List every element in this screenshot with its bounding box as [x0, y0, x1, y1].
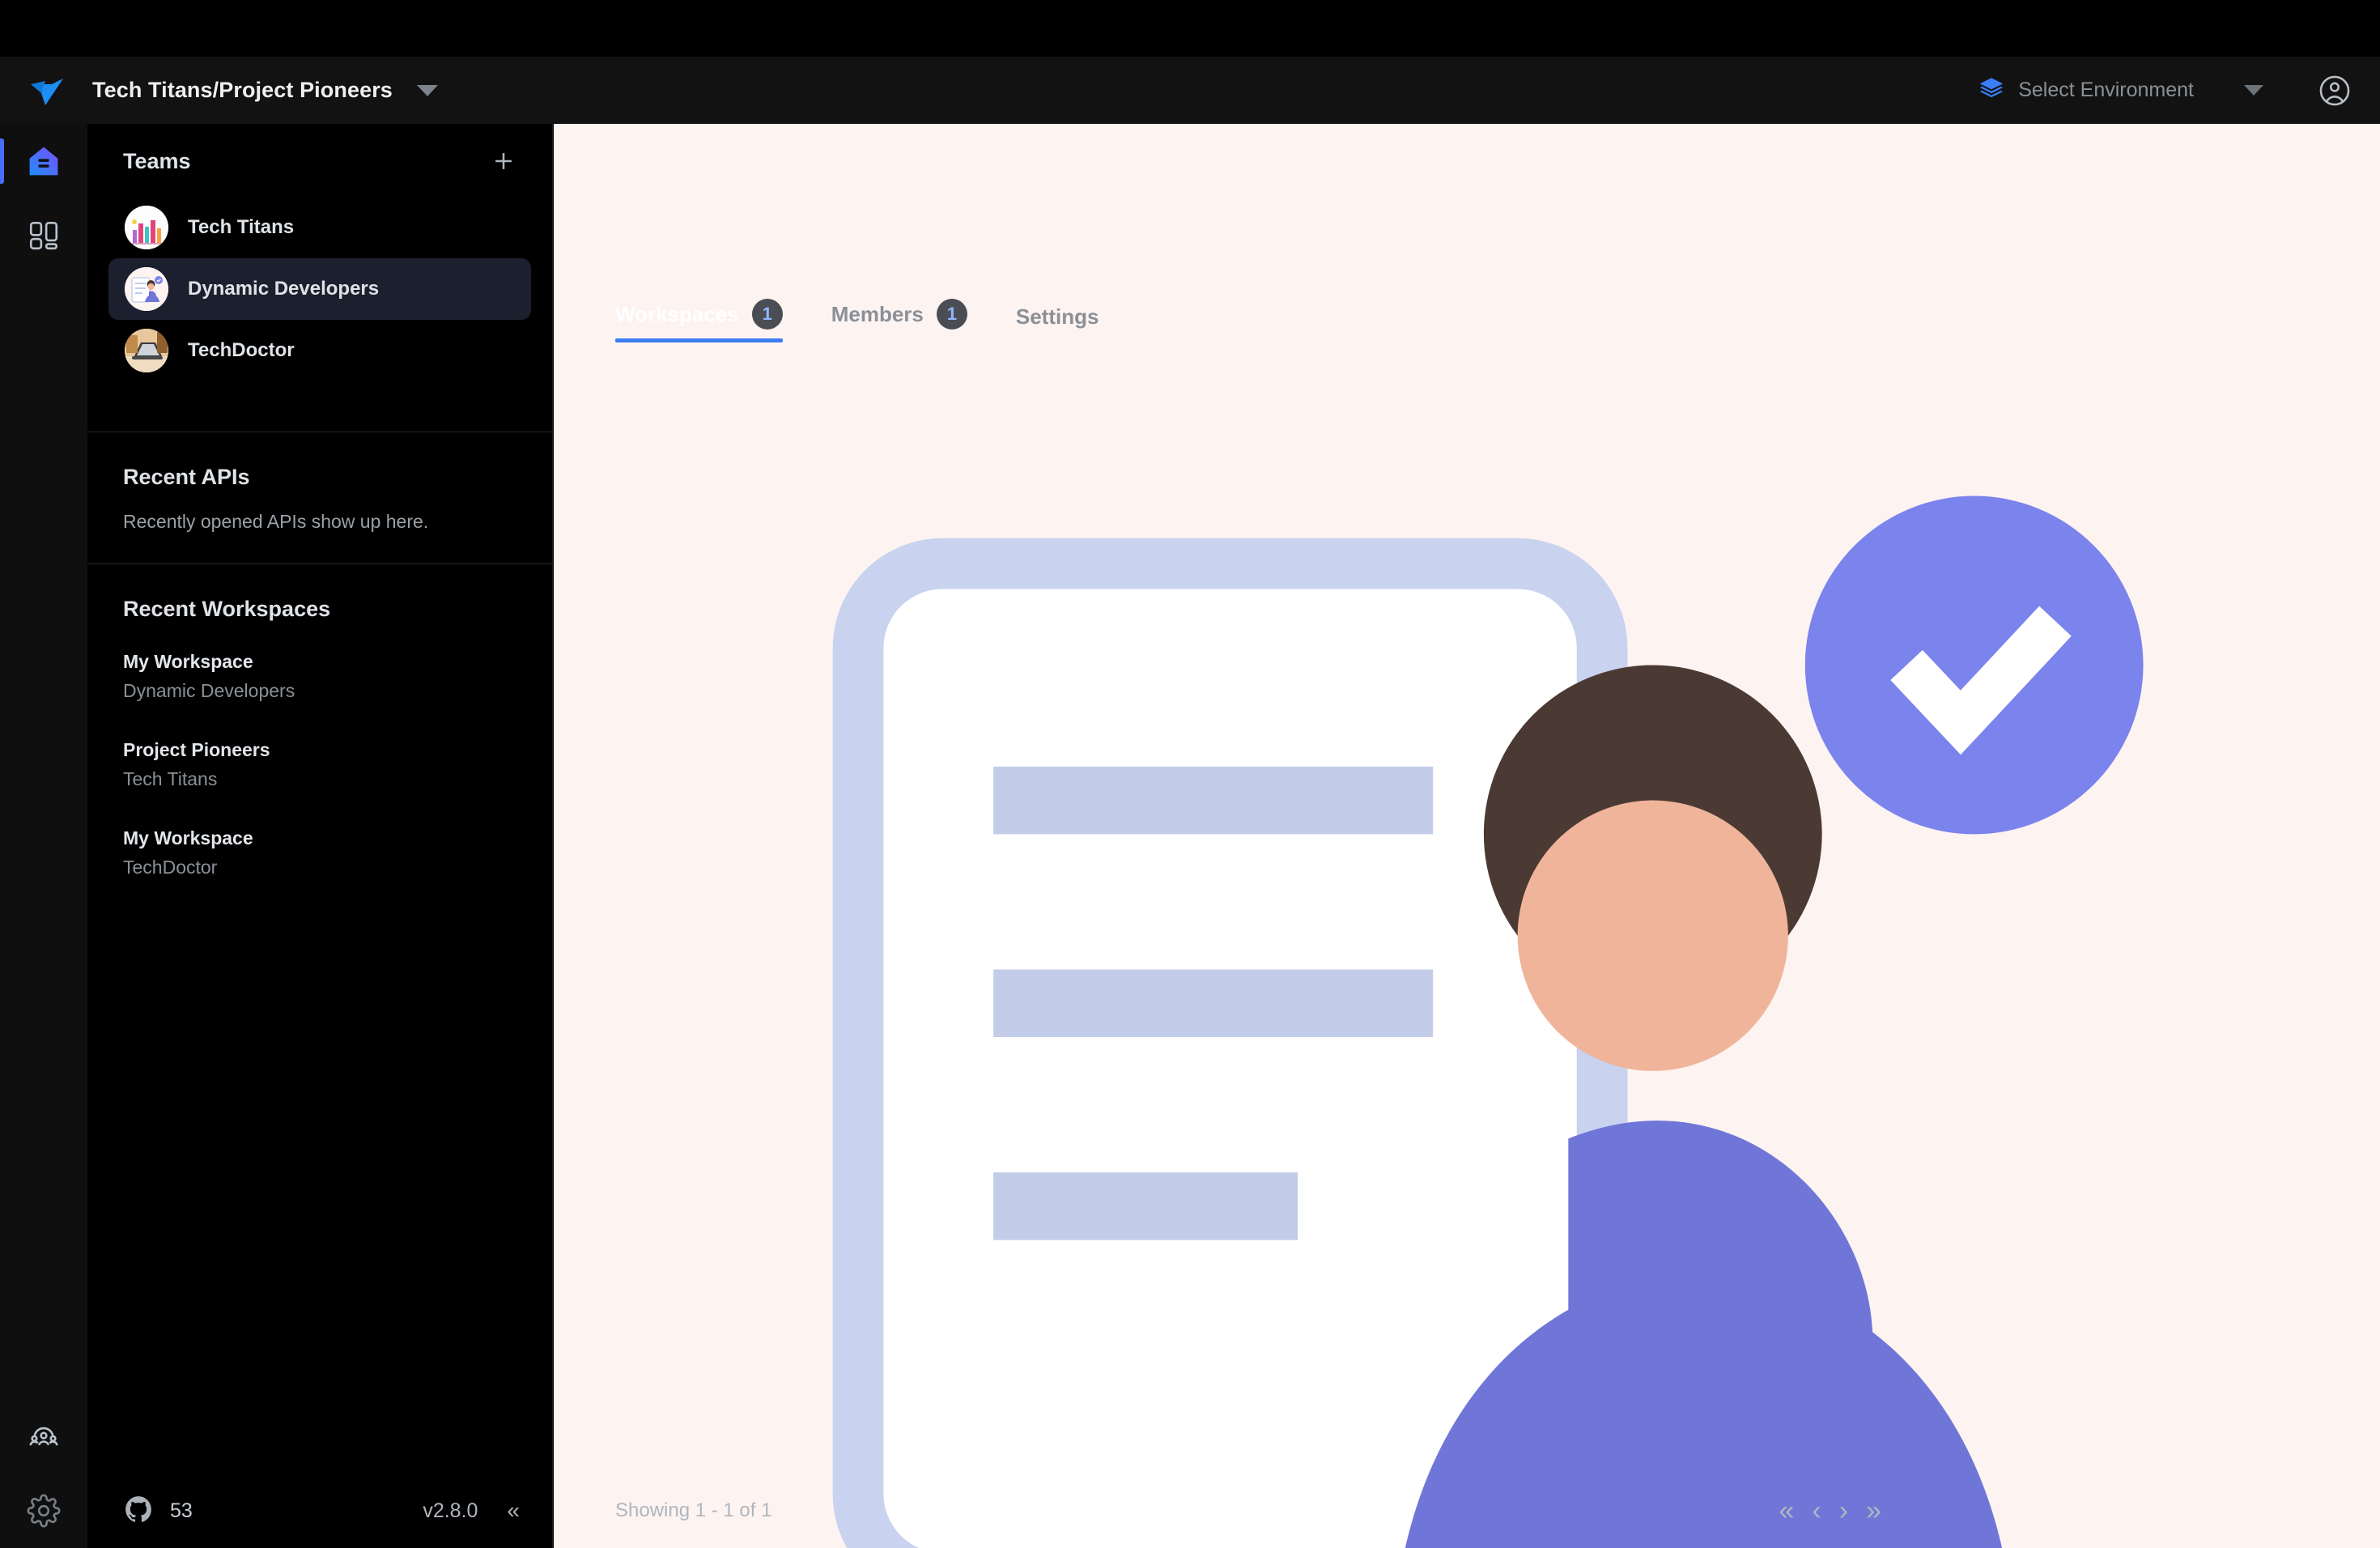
app-header: Tech Titans/Project Pioneers Select Envi… — [0, 57, 2380, 124]
recent-workspace-name: Project Pioneers — [123, 739, 270, 760]
avatar — [554, 124, 2380, 1548]
layers-icon — [1978, 74, 2005, 106]
left-icon-rail — [0, 124, 87, 1548]
status-badge: 1 — [936, 299, 967, 330]
tab-workspaces[interactable]: Workspaces 1 — [615, 299, 783, 342]
teams-header: Teams — [87, 124, 552, 185]
rail-item-home[interactable] — [0, 124, 87, 198]
pagination: « ‹ › » — [1779, 1497, 1882, 1525]
tab-label: Settings — [1015, 304, 1099, 329]
breadcrumb: Tech Titans/Project Pioneers — [92, 78, 393, 102]
window-top-strip — [0, 0, 2380, 57]
sidebar-item-dynamic-developers[interactable]: Dynamic Developers — [108, 258, 531, 320]
team-header: Dynamic Developers Invite New Workspace — [554, 124, 2380, 1548]
sidebar-item-tech-titans[interactable]: Tech Titans — [108, 197, 531, 258]
recent-workspace-team: Dynamic Developers — [123, 680, 295, 701]
recent-workspace-team: TechDoctor — [123, 857, 218, 878]
prev-page-icon[interactable]: ‹ — [1812, 1497, 1821, 1525]
sidebar-item-label: Dynamic Developers — [188, 278, 380, 300]
teams-heading: Teams — [123, 148, 191, 173]
next-page-icon[interactable]: › — [1839, 1497, 1848, 1525]
chevron-double-left-icon[interactable]: « — [507, 1498, 520, 1524]
app-root: Tech Titans/Project Pioneers Select Envi… — [0, 0, 2380, 1548]
list-item[interactable]: My Workspace Dynamic Developers — [123, 651, 516, 702]
teams-list: Tech Titans Dynamic Developers TechDocto… — [87, 185, 552, 381]
bird-logo-icon[interactable] — [24, 68, 70, 113]
recent-workspaces-list: My Workspace Dynamic Developers Project … — [87, 651, 552, 878]
list-item[interactable]: My Workspace TechDoctor — [123, 827, 516, 878]
developer-clipboard-avatar — [125, 267, 168, 311]
chevron-down-icon[interactable] — [416, 84, 438, 96]
environment-selector[interactable]: Select Environment — [1970, 70, 2272, 111]
user-circle-icon[interactable] — [2317, 73, 2352, 108]
status-badge: 1 — [751, 299, 783, 330]
main-footer: Showing 1 - 1 of 1 « ‹ › » — [554, 1474, 2380, 1548]
sidebar-footer: 53 v2.8.0 « — [87, 1474, 552, 1548]
recent-apis-heading: Recent APIs — [123, 465, 250, 489]
teams-sidebar: Teams Tech Titans Dynamic Developers Tec… — [87, 124, 553, 1548]
tab-members[interactable]: Members 1 — [831, 299, 967, 342]
recent-workspace-team: Tech Titans — [123, 768, 218, 789]
list-item[interactable]: Project Pioneers Tech Titans — [123, 739, 516, 790]
chevron-down-icon — [2244, 85, 2263, 96]
recent-workspaces-heading: Recent Workspaces — [123, 597, 331, 621]
app-version: v2.8.0 — [423, 1499, 478, 1522]
rail-bottom-group — [0, 1399, 87, 1548]
environment-label: Select Environment — [2018, 79, 2194, 101]
github-icon[interactable] — [123, 1494, 154, 1529]
tab-settings[interactable]: Settings — [1016, 304, 1099, 342]
main-content: Dynamic Developers Invite New Workspace … — [554, 124, 2380, 1548]
plus-icon[interactable] — [487, 145, 520, 177]
city-skyline-avatar — [125, 206, 168, 249]
showing-count: Showing 1 - 1 of 1 — [615, 1499, 772, 1521]
recent-apis-empty-text: Recently opened APIs show up here. — [123, 511, 429, 532]
sidebar-item-label: Tech Titans — [188, 216, 295, 238]
laptop-desk-avatar — [125, 329, 168, 372]
rail-item-dashboard[interactable] — [0, 198, 87, 273]
rail-item-settings[interactable] — [0, 1474, 87, 1548]
recent-workspace-name: My Workspace — [123, 827, 253, 848]
sidebar-item-techdoctor[interactable]: TechDoctor — [108, 320, 531, 381]
recent-workspaces-section: Recent Workspaces — [87, 564, 552, 651]
recent-workspace-name: My Workspace — [123, 651, 253, 672]
rail-item-team[interactable] — [0, 1399, 87, 1474]
tab-label: Workspaces — [615, 301, 739, 326]
tabs: Workspaces 1 Members 1 Settings — [615, 299, 1099, 342]
tab-label: Members — [831, 301, 924, 326]
github-star-count: 53 — [170, 1499, 193, 1522]
last-page-icon[interactable]: » — [1866, 1497, 1881, 1525]
recent-apis-section: Recent APIs Recently opened APIs show up… — [87, 432, 552, 563]
header-right-actions: Select Environment — [1970, 70, 2352, 111]
sidebar-item-label: TechDoctor — [188, 339, 295, 361]
first-page-icon[interactable]: « — [1779, 1497, 1795, 1525]
